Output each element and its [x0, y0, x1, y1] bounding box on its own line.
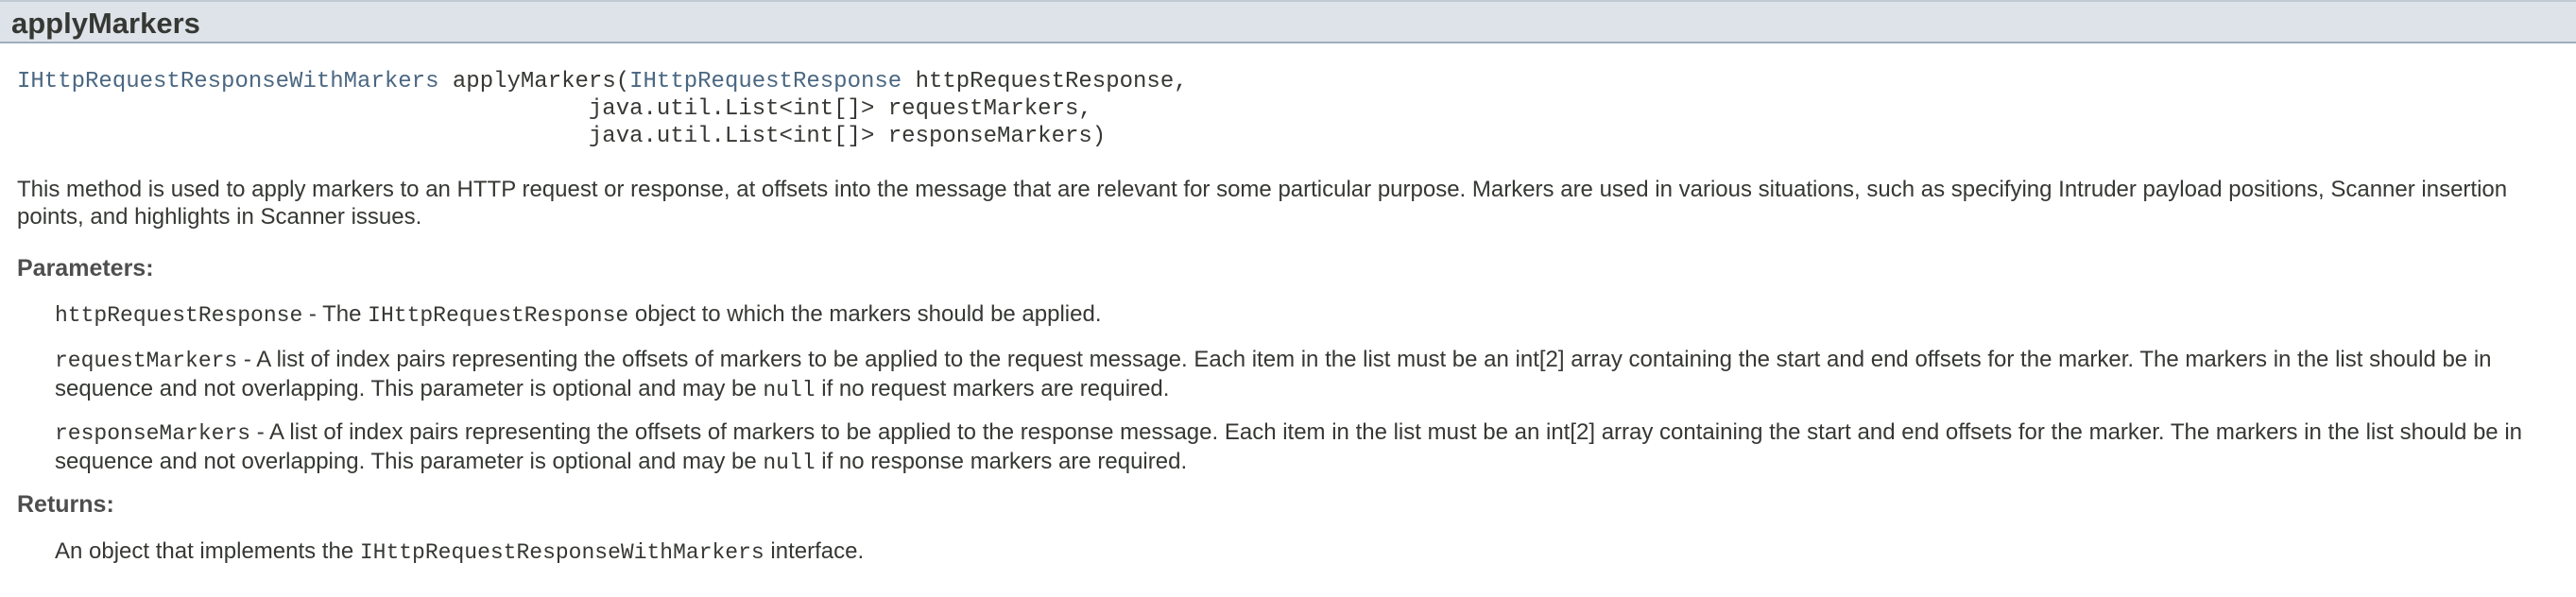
param1-name: httpRequestResponse, — [902, 69, 1188, 94]
returns-code: IHttpRequestResponseWithMarkers — [359, 540, 764, 565]
param-code: null — [763, 451, 816, 475]
param-httpRequestResponse: httpRequestResponse - The IHttpRequestRe… — [55, 300, 2568, 330]
param-responseMarkers: responseMarkers - A list of index pairs … — [55, 418, 2568, 477]
method-title: applyMarkers — [11, 7, 200, 40]
signature-line-3: java.util.List<int[]> responseMarkers) — [588, 124, 1107, 149]
param-name: requestMarkers — [55, 349, 238, 373]
param-name: responseMarkers — [55, 421, 251, 446]
returns-text: interface. — [764, 538, 865, 564]
param-text: - A list of index pairs representing the… — [55, 347, 2492, 401]
returns-text: An object that implements the — [55, 538, 360, 564]
param-text: - The — [302, 301, 369, 327]
param-type-link[interactable]: IHttpRequestResponse — [629, 69, 902, 94]
param-name: httpRequestResponse — [55, 303, 303, 328]
method-header: applyMarkers — [0, 0, 2576, 43]
param-text: object to which the markers should be ap… — [628, 301, 1102, 327]
parameters-label: Parameters: — [17, 255, 154, 281]
signature-line-2: java.util.List<int[]> requestMarkers, — [588, 96, 1092, 122]
method-name: applyMarkers( — [452, 69, 630, 94]
param-text: if no request markers are required. — [815, 376, 1170, 401]
method-description: This method is used to apply markers to … — [17, 177, 2508, 230]
param-code: IHttpRequestResponse — [368, 303, 629, 328]
returns-label: Returns: — [17, 491, 114, 518]
method-signature: IHttpRequestResponseWithMarkers applyMar… — [17, 68, 1188, 150]
param-requestMarkers: requestMarkers - A list of index pairs r… — [55, 346, 2568, 404]
param-code: null — [763, 378, 816, 402]
param-text: if no response markers are required. — [815, 449, 1188, 474]
returns-description: An object that implements the IHttpReque… — [55, 537, 2568, 567]
return-type-link[interactable]: IHttpRequestResponseWithMarkers — [17, 69, 438, 94]
param-text: - A list of index pairs representing the… — [55, 419, 2522, 474]
